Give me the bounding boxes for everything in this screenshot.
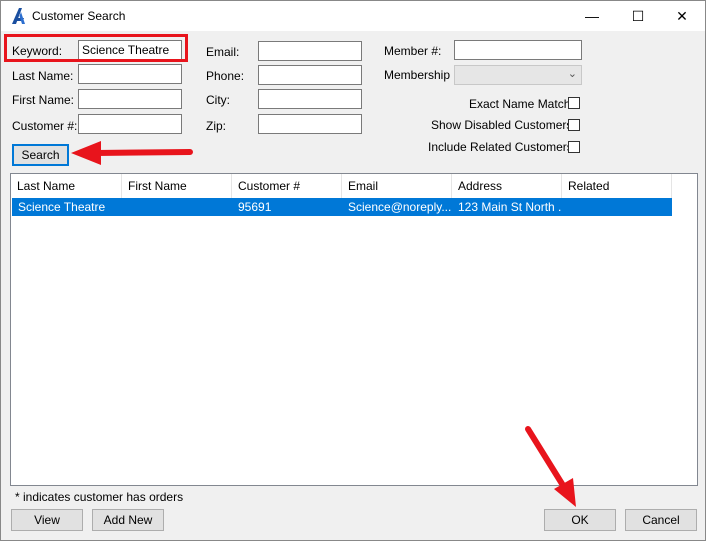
cancel-button[interactable]: Cancel — [625, 509, 697, 531]
search-arrow-icon — [71, 141, 193, 165]
column-header-customer-number[interactable]: Customer # — [232, 174, 342, 198]
member-number-label: Member #: — [384, 44, 442, 58]
customer-number-label: Customer #: — [12, 119, 78, 133]
ok-button[interactable]: OK — [544, 509, 616, 531]
exact-name-match-label: Exact Name Match — [469, 97, 571, 111]
show-disabled-checkbox[interactable] — [568, 119, 580, 131]
column-header-address[interactable]: Address — [452, 174, 562, 198]
minimize-icon[interactable]: — — [569, 1, 615, 31]
column-header-last-name[interactable]: Last Name — [11, 174, 122, 198]
customer-search-dialog: Customer Search — ☐ ✕ Keyword: Science T… — [0, 0, 706, 541]
email-input[interactable] — [258, 41, 362, 61]
column-header-email[interactable]: Email — [342, 174, 452, 198]
add-new-button[interactable]: Add New — [92, 509, 164, 531]
city-label: City: — [206, 93, 230, 107]
maximize-icon[interactable]: ☐ — [615, 1, 661, 31]
show-disabled-label: Show Disabled Customers — [431, 118, 573, 132]
include-related-checkbox[interactable] — [568, 141, 580, 153]
close-icon[interactable]: ✕ — [659, 1, 705, 31]
phone-label: Phone: — [206, 69, 245, 83]
keyword-highlight-box — [4, 34, 188, 62]
cell-first-name — [122, 198, 232, 216]
grid-header: Last Name First Name Customer # Email Ad… — [11, 174, 672, 198]
cell-related — [562, 198, 672, 216]
email-label: Email: — [206, 45, 240, 59]
search-button[interactable]: Search — [12, 144, 69, 166]
last-name-label: Last Name: — [12, 69, 74, 83]
member-number-input[interactable] — [454, 40, 582, 60]
customer-number-input[interactable] — [78, 114, 182, 134]
app-logo-icon — [12, 8, 25, 24]
chevron-down-icon: ⌄ — [567, 68, 577, 80]
cell-email: Science@noreply.... — [348, 200, 452, 214]
results-grid[interactable]: Last Name First Name Customer # Email Ad… — [10, 173, 698, 486]
zip-label: Zip: — [206, 119, 227, 133]
column-header-first-name[interactable]: First Name — [122, 174, 232, 198]
city-input[interactable] — [258, 89, 362, 109]
view-button[interactable]: View — [11, 509, 83, 531]
phone-input[interactable] — [258, 65, 362, 85]
cell-customer-number: 95691 — [238, 200, 272, 214]
table-row[interactable]: Science Theatre 95691 Science@noreply...… — [12, 198, 672, 216]
exact-name-match-checkbox[interactable] — [568, 97, 580, 109]
window-title: Customer Search — [32, 9, 126, 23]
membership-dropdown[interactable]: ⌄ — [454, 65, 582, 85]
zip-input[interactable] — [258, 114, 362, 134]
include-related-label: Include Related Customers — [428, 140, 573, 154]
membership-label: Membership — [384, 68, 451, 82]
column-header-related[interactable]: Related — [562, 174, 672, 198]
cell-address: 123 Main St North ... — [458, 200, 562, 214]
last-name-input[interactable] — [78, 64, 182, 84]
first-name-label: First Name: — [12, 93, 75, 107]
orders-footnote: * indicates customer has orders — [15, 490, 184, 504]
first-name-input[interactable] — [78, 89, 182, 109]
cell-last-name: Science Theatre — [18, 200, 106, 214]
title-bar: Customer Search — ☐ ✕ — [1, 1, 705, 31]
